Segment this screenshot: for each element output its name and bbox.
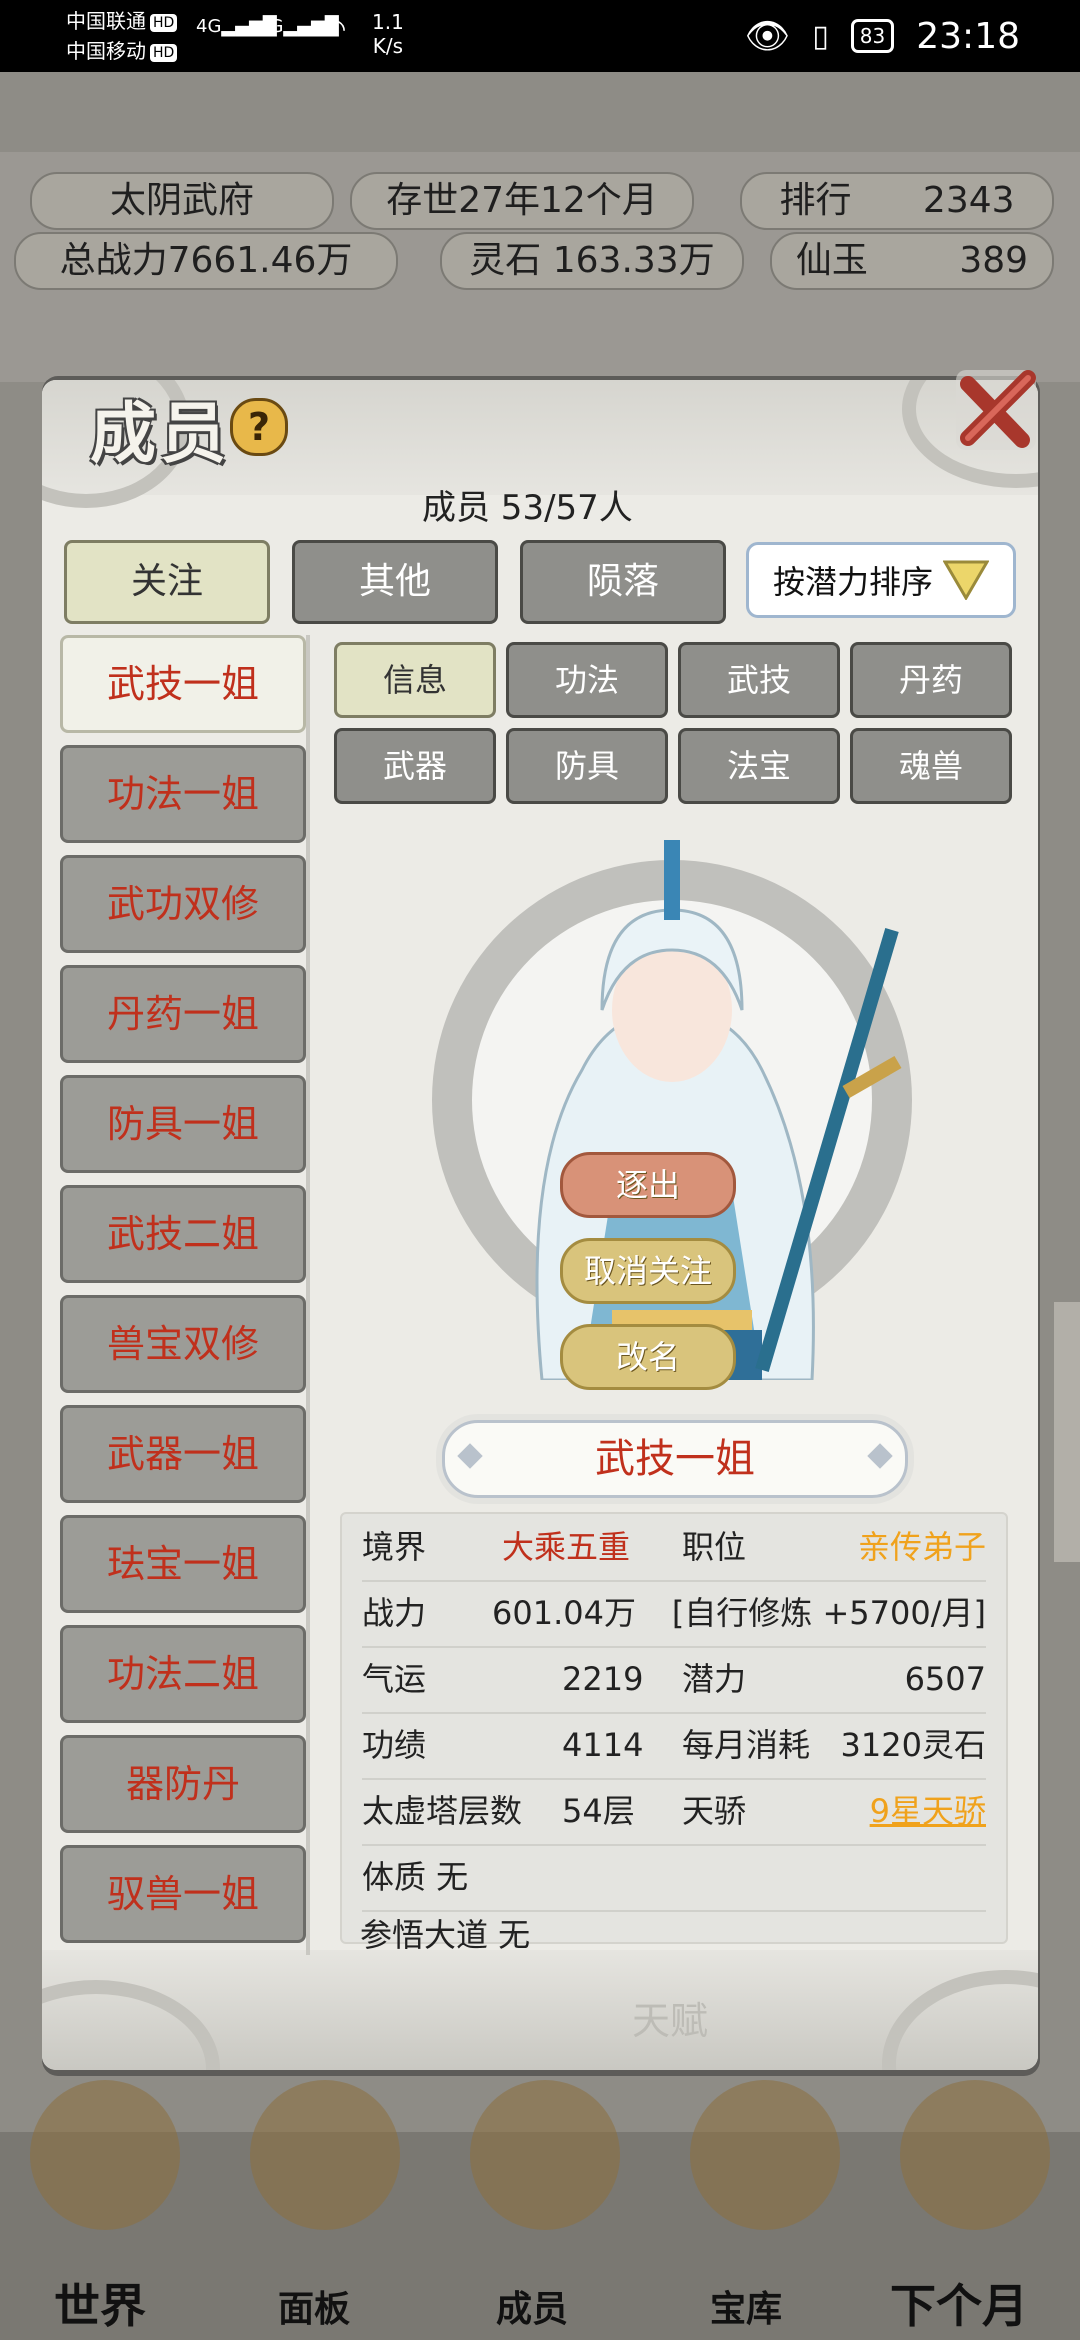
subtab-martial[interactable]: 武技	[678, 642, 840, 718]
stats-row: 功绩 4114 每月消耗 3120灵石	[362, 1712, 986, 1780]
member-item[interactable]: 功法一姐	[60, 745, 306, 843]
rank-label: 排行	[779, 180, 852, 221]
carrier-1: 中国联通 HD	[66, 8, 178, 34]
members-panel: 成员 ? 成员 53/57人 关注 其他 陨落 按潜力排序 武技一姐 功法一姐 …	[42, 380, 1038, 2070]
subtab-beast[interactable]: 魂兽	[850, 728, 1012, 804]
stats-row: 气运 2219 潜力 6507	[362, 1646, 986, 1714]
subtab-weapon[interactable]: 武器	[334, 728, 496, 804]
carrier-1-label: 中国联通	[66, 9, 146, 33]
subtab-treasure[interactable]: 法宝	[678, 728, 840, 804]
hd-badge: HD	[150, 13, 178, 32]
hd-badge: HD	[150, 43, 178, 62]
diamond-icon	[867, 1443, 893, 1469]
rank-value: 2343	[922, 180, 1015, 221]
stats-row: 太虚塔层数 54层 天骄 9星天骄	[362, 1778, 986, 1846]
talent-ghost-label: 天赋	[632, 1999, 709, 2043]
member-count: 成员 53/57人	[422, 488, 633, 528]
diamond-icon	[457, 1443, 483, 1469]
unfollow-button[interactable]: 取消关注	[560, 1238, 736, 1304]
network-speed: 1.1 K/s	[372, 10, 404, 58]
list-divider	[306, 635, 310, 1955]
dropdown-triangle-icon	[943, 560, 989, 600]
spirit-stone: 灵石 163.33万	[440, 232, 744, 290]
close-icon[interactable]	[950, 364, 1042, 456]
tab-other[interactable]: 其他	[292, 540, 498, 624]
member-item[interactable]: 器防丹	[60, 1735, 306, 1833]
selected-member-name: 武技一姐	[442, 1420, 908, 1498]
clock: 23:18	[916, 15, 1020, 57]
panel-title: 成员	[90, 394, 230, 472]
sort-label: 按潜力排序	[772, 563, 933, 601]
eye-icon: 👁	[744, 16, 791, 57]
member-item[interactable]: 武技一姐	[60, 635, 306, 733]
comprehension: 参悟大道 无	[360, 1916, 531, 1954]
sort-dropdown[interactable]: 按潜力排序	[746, 542, 1016, 618]
member-list: 武技一姐 功法一姐 武功双修 丹药一姐 防具一姐 武技二姐 兽宝双修 武器一姐 …	[60, 635, 308, 1955]
subtab-armor[interactable]: 防具	[506, 728, 668, 804]
wifi-icon: ◠	[322, 12, 347, 45]
nav-treasury[interactable]: 宝库	[710, 2280, 782, 2332]
member-item[interactable]: 武功双修	[60, 855, 306, 953]
battery-icon: 83	[850, 19, 895, 53]
nav-next-month[interactable]: 下个月	[890, 2270, 1028, 2333]
nav-panel-icon	[250, 2080, 400, 2230]
selected-name-text: 武技一姐	[595, 1436, 755, 1482]
status-bar: 中国联通 HD 中国移动 HD 4G▂▄▆█ 4G▂▄▆█ ◠ 1.1 K/s 👁 ▯…	[0, 0, 1080, 72]
tab-follow[interactable]: 关注	[64, 540, 270, 624]
nav-members-icon	[470, 2080, 620, 2230]
rank-pill[interactable]: 排行 2343	[740, 172, 1054, 230]
member-item[interactable]: 武器一姐	[60, 1405, 306, 1503]
status-right: 👁 ▯ 83 23:18	[745, 14, 1020, 58]
subtab-skill[interactable]: 功法	[506, 642, 668, 718]
subtab-pill[interactable]: 丹药	[850, 642, 1012, 718]
total-power: 总战力7661.46万	[14, 232, 398, 290]
member-item[interactable]: 兽宝双修	[60, 1295, 306, 1393]
prodigy-link[interactable]: 9星天骄	[870, 1778, 986, 1844]
member-item[interactable]: 防具一姐	[60, 1075, 306, 1173]
tab-fallen[interactable]: 陨落	[520, 540, 726, 624]
member-item[interactable]: 功法二姐	[60, 1625, 306, 1723]
expel-button[interactable]: 逐出	[560, 1152, 736, 1218]
member-item[interactable]: 丹药一姐	[60, 965, 306, 1063]
vibrate-icon: ▯	[812, 18, 829, 54]
stats-row: 体质 无	[362, 1844, 986, 1912]
rename-button[interactable]: 改名	[560, 1324, 736, 1390]
member-item[interactable]: 武技二姐	[60, 1185, 306, 1283]
stats-row: 战力 601.04万 [自行修炼 +5700/月]	[362, 1580, 986, 1648]
nav-world-icon	[30, 2080, 180, 2230]
member-stats: 境界 大乘五重 职位 亲传弟子 战力 601.04万 [自行修炼 +5700/月…	[340, 1512, 1008, 1944]
help-icon[interactable]: ?	[230, 398, 288, 456]
side-edge	[1054, 1302, 1080, 1562]
carrier-2: 中国移动 HD	[66, 38, 178, 64]
member-item[interactable]: 驭兽一姐	[60, 1845, 306, 1943]
nav-panel[interactable]: 面板	[278, 2280, 350, 2332]
immortal-jade: 仙玉 389	[770, 232, 1054, 290]
member-item[interactable]: 珐宝一姐	[60, 1515, 306, 1613]
nav-members[interactable]: 成员	[496, 2280, 568, 2332]
sect-name: 太阴武府	[30, 172, 334, 230]
nav-world[interactable]: 世界	[54, 2270, 146, 2333]
sect-age: 存世27年12个月	[350, 172, 694, 230]
subtab-info[interactable]: 信息	[334, 642, 496, 718]
stats-row: 境界 大乘五重 职位 亲传弟子	[362, 1514, 986, 1582]
nav-treasury-icon	[690, 2080, 840, 2230]
carrier-2-label: 中国移动	[66, 39, 146, 63]
nav-next-month-icon	[900, 2080, 1050, 2230]
